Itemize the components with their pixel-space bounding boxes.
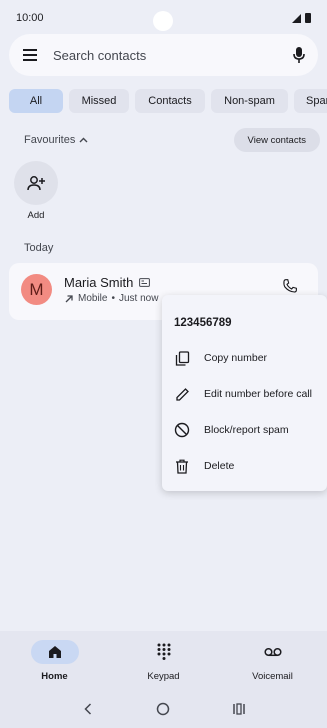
context-menu: 123456789 Copy number Edit number before… [162, 295, 327, 491]
call-type: Mobile [78, 293, 108, 304]
system-navigation [0, 690, 327, 728]
call-time: Just now [118, 293, 159, 304]
home-icon [30, 640, 79, 664]
menu-item-edit-number[interactable]: Edit number before call [162, 376, 327, 412]
menu-item-label: Block/report spam [204, 424, 289, 436]
nav-home[interactable]: Home [10, 631, 100, 690]
recents-button[interactable] [229, 699, 249, 719]
status-time: 10:00 [16, 12, 44, 24]
favourites-toggle[interactable]: Favourites [24, 134, 88, 146]
favourites-label: Favourites [24, 134, 76, 146]
microphone-icon[interactable] [292, 46, 306, 64]
block-icon [174, 422, 190, 438]
nav-voicemail[interactable]: Voicemail [228, 631, 318, 690]
contact-card-icon [139, 278, 151, 287]
keypad-icon [140, 640, 188, 664]
chip-non-spam[interactable]: Non-spam [211, 89, 288, 113]
call-separator: • [111, 293, 115, 304]
chip-contacts[interactable]: Contacts [135, 89, 205, 113]
edit-icon [174, 386, 190, 402]
menu-item-label: Copy number [204, 352, 268, 364]
voicemail-icon [249, 640, 297, 664]
caller-name-row: Maria Smith [64, 275, 151, 290]
menu-item-label: Edit number before call [204, 388, 312, 400]
menu-item-copy-number[interactable]: Copy number [162, 340, 327, 376]
filter-chips: All Missed Contacts Non-spam Spam [9, 89, 327, 113]
trash-icon [174, 458, 190, 474]
outgoing-call-icon [65, 294, 73, 302]
chip-missed[interactable]: Missed [69, 89, 129, 113]
add-favourite-label: Add [27, 210, 45, 221]
menu-item-label: Delete [204, 460, 235, 472]
section-today: Today [24, 242, 54, 254]
chevron-up-icon [79, 137, 88, 143]
camera-cutout [153, 11, 173, 31]
bottom-navigation: Home Keypad Voicemail [0, 631, 327, 690]
phone-icon [283, 279, 297, 293]
home-system-button[interactable] [153, 699, 173, 719]
avatar[interactable]: M [21, 274, 52, 305]
call-meta: Mobile • Just now [64, 293, 158, 304]
menu-phone-number: 123456789 [174, 317, 232, 329]
chip-all[interactable]: All [9, 89, 63, 113]
menu-icon[interactable] [23, 49, 39, 61]
nav-label: Keypad [147, 671, 180, 682]
search-bar[interactable]: Search contacts [9, 34, 318, 76]
add-favourite-button[interactable] [14, 161, 58, 205]
copy-icon [174, 350, 190, 366]
view-contacts-button[interactable]: View contacts [233, 128, 320, 152]
home-circle-icon [157, 702, 170, 716]
nav-label: Home [41, 671, 68, 682]
nav-label: Voicemail [252, 671, 293, 682]
menu-item-delete[interactable]: Delete [162, 448, 327, 484]
back-button[interactable] [78, 699, 98, 719]
battery-icon [305, 13, 311, 23]
search-input[interactable]: Search contacts [53, 48, 292, 63]
chip-spam[interactable]: Spam [294, 89, 327, 113]
nav-keypad[interactable]: Keypad [119, 631, 209, 690]
favourites-row: Favourites View contacts [24, 128, 320, 152]
status-icons [292, 13, 311, 23]
recents-icon [233, 703, 245, 715]
signal-icon [292, 13, 301, 23]
back-icon [84, 703, 91, 715]
caller-name: Maria Smith [64, 275, 134, 290]
menu-item-block-spam[interactable]: Block/report spam [162, 412, 327, 448]
add-person-icon [27, 176, 45, 191]
